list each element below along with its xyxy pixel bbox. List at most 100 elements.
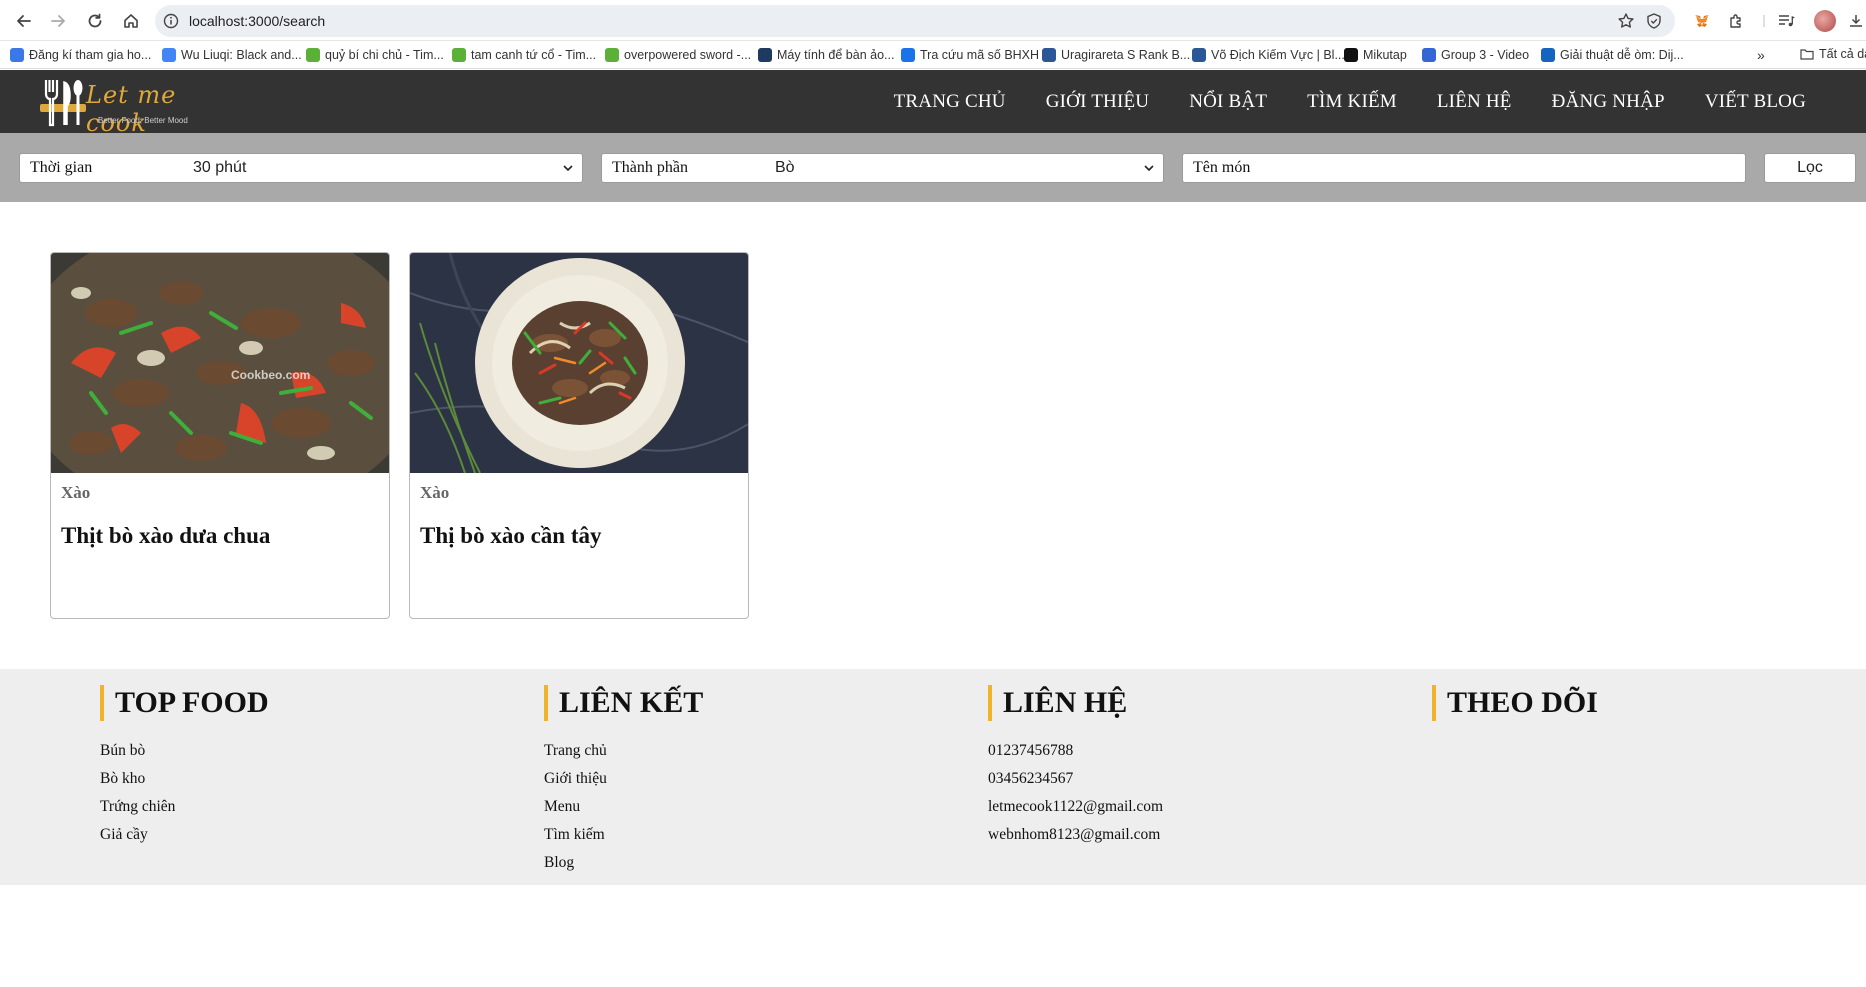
bookmark-label: overpowered sword -... bbox=[624, 48, 752, 62]
bookmark-item[interactable]: Tra cứu mã số BHXH bbox=[901, 47, 1039, 63]
site-info-icon[interactable] bbox=[163, 13, 179, 29]
profile-avatar[interactable] bbox=[1814, 10, 1836, 32]
bookmark-item[interactable]: quỷ bí chi chủ - Tim... bbox=[306, 47, 444, 63]
recipe-card[interactable]: Xào Thị bò xào cần tây bbox=[409, 252, 749, 619]
footer-link[interactable]: Bún bò bbox=[100, 737, 500, 765]
shield-icon[interactable] bbox=[1645, 12, 1663, 30]
bookmark-favicon-icon bbox=[1422, 48, 1436, 62]
site-logo[interactable]: Let me cook Better Food, Better Mood bbox=[40, 74, 210, 137]
footer-top-food: TOP FOOD Bún bò Bò kho Trứng chiên Giả c… bbox=[100, 685, 500, 849]
bookmark-item[interactable]: Mikutap bbox=[1344, 47, 1407, 63]
ingredient-select[interactable]: Thành phần Bò bbox=[601, 153, 1164, 183]
bookmark-favicon-icon bbox=[1344, 48, 1358, 62]
folder-icon bbox=[1800, 49, 1814, 60]
bookmark-favicon-icon bbox=[1192, 48, 1206, 62]
address-bar[interactable]: localhost:3000/search bbox=[155, 5, 1675, 37]
bookmark-label: Mikutap bbox=[1363, 48, 1407, 62]
nav-about[interactable]: GIỚI THIỆU bbox=[1046, 91, 1150, 113]
bookmark-favicon-icon bbox=[10, 48, 24, 62]
filter-bar: Thời gian 30 phút Thành phần Bò Lọc bbox=[0, 133, 1866, 202]
metamask-icon[interactable] bbox=[1692, 11, 1712, 31]
contact-email: webnhom8123@gmail.com bbox=[988, 826, 1161, 843]
reload-icon[interactable] bbox=[83, 9, 107, 33]
extensions-icon[interactable] bbox=[1726, 11, 1746, 31]
bookmark-favicon-icon bbox=[605, 48, 619, 62]
footer-link[interactable]: Giả cầy bbox=[100, 821, 500, 849]
dish-name-input[interactable] bbox=[1183, 154, 1745, 182]
footer-link[interactable]: Menu bbox=[544, 793, 944, 821]
utensils-logo-icon bbox=[40, 80, 86, 127]
bookmark-favicon-icon bbox=[162, 48, 176, 62]
bookmark-item[interactable]: Máy tính để bàn ảo... bbox=[758, 47, 894, 63]
logo-tagline: Better Food, Better Mood bbox=[98, 116, 188, 125]
nav-contact[interactable]: LIÊN HỆ bbox=[1437, 91, 1512, 113]
time-select-value: 30 phút bbox=[193, 159, 247, 176]
footer-links: LIÊN KẾT Trang chủ Giới thiệu Menu Tìm k… bbox=[544, 685, 944, 877]
recipe-title[interactable]: Thị bò xào cần tây bbox=[420, 523, 601, 549]
nav-featured[interactable]: NỔI BẬT bbox=[1189, 91, 1267, 113]
nav-write-blog[interactable]: VIẾT BLOG bbox=[1705, 91, 1806, 113]
bookmark-star-icon[interactable] bbox=[1617, 12, 1635, 30]
footer-follow: THEO DÕI bbox=[1432, 685, 1832, 721]
bookmark-label: Giải thuật dễ òm: Dij... bbox=[1560, 48, 1684, 62]
bookmark-item[interactable]: overpowered sword -... bbox=[605, 47, 751, 63]
footer-heading: LIÊN KẾT bbox=[544, 685, 944, 721]
time-select[interactable]: Thời gian 30 phút bbox=[19, 153, 583, 183]
ingredient-select-label: Thành phần bbox=[612, 159, 688, 176]
download-icon[interactable] bbox=[1846, 11, 1866, 31]
dish-name-field[interactable] bbox=[1182, 153, 1746, 183]
bookmark-item[interactable]: tam canh tứ cổ - Tim... bbox=[452, 47, 596, 63]
main-nav: TRANG CHỦ GIỚI THIỆU NỔI BẬT TÌM KIẾM LI… bbox=[894, 70, 1806, 133]
recipe-image[interactable] bbox=[410, 253, 748, 473]
home-icon[interactable] bbox=[119, 9, 143, 33]
recipe-title[interactable]: Thịt bò xào dưa chua bbox=[61, 523, 270, 549]
all-bookmarks-label: Tất cả dấ bbox=[1819, 47, 1866, 61]
bookmark-favicon-icon bbox=[452, 48, 466, 62]
footer-link[interactable]: Tìm kiếm bbox=[544, 821, 944, 849]
browser-toolbar: localhost:3000/search bbox=[0, 0, 1866, 41]
bookmark-label: tam canh tứ cổ - Tim... bbox=[471, 48, 597, 62]
footer-link[interactable]: Blog bbox=[544, 849, 944, 877]
bookmark-favicon-icon bbox=[901, 48, 915, 62]
contact-phone: 01237456788 bbox=[988, 742, 1074, 759]
bookmark-favicon-icon bbox=[758, 48, 772, 62]
nav-login[interactable]: ĐĂNG NHẬP bbox=[1552, 91, 1665, 113]
footer-link[interactable]: Giới thiệu bbox=[544, 765, 944, 793]
bookmark-label: Wu Liuqi: Black and... bbox=[181, 48, 302, 62]
footer-heading: TOP FOOD bbox=[100, 685, 500, 721]
bookmark-item[interactable]: Wu Liuqi: Black and... bbox=[162, 47, 302, 63]
recipe-card[interactable]: Cookbeo.com Xào Thịt bò xào dưa chua bbox=[50, 252, 390, 619]
footer-link[interactable]: Bò kho bbox=[100, 765, 500, 793]
url-text[interactable]: localhost:3000/search bbox=[189, 13, 325, 29]
footer-heading: THEO DÕI bbox=[1432, 685, 1832, 721]
media-control-icon[interactable] bbox=[1776, 11, 1796, 31]
bookmark-item[interactable]: Uragirareta S Rank B... bbox=[1042, 47, 1190, 63]
bookmark-label: Đăng kí tham gia ho... bbox=[29, 48, 152, 62]
all-bookmarks-button[interactable]: Tất cả dấ bbox=[1800, 47, 1866, 61]
footer-contact: LIÊN HỆ 01237456788 03456234567 letmecoo… bbox=[988, 685, 1388, 849]
contact-phone: 03456234567 bbox=[988, 770, 1074, 787]
nav-search[interactable]: TÌM KIẾM bbox=[1307, 91, 1397, 113]
image-watermark: Cookbeo.com bbox=[231, 368, 310, 382]
bookmarks-overflow-button[interactable]: » bbox=[1757, 47, 1765, 63]
footer-heading: LIÊN HỆ bbox=[988, 685, 1388, 721]
logo-title: Let me cook bbox=[86, 81, 177, 137]
bookmark-item[interactable]: Võ Địch Kiếm Vực | Bl... bbox=[1192, 47, 1345, 63]
back-icon[interactable] bbox=[12, 9, 36, 33]
recipe-image[interactable]: Cookbeo.com bbox=[51, 253, 389, 473]
filter-button[interactable]: Lọc bbox=[1764, 153, 1856, 183]
footer-link[interactable]: Trang chủ bbox=[544, 737, 944, 765]
bookmark-label: Võ Địch Kiếm Vực | Bl... bbox=[1211, 48, 1345, 62]
bookmark-label: Máy tính để bàn ảo... bbox=[777, 48, 895, 62]
chevron-down-icon bbox=[563, 165, 573, 172]
bookmark-item[interactable]: Đăng kí tham gia ho... bbox=[10, 47, 151, 63]
site-footer: TOP FOOD Bún bò Bò kho Trứng chiên Giả c… bbox=[0, 669, 1866, 885]
recipe-category: Xào bbox=[420, 483, 450, 502]
separator-icon bbox=[1754, 11, 1774, 31]
nav-home[interactable]: TRANG CHỦ bbox=[894, 91, 1006, 113]
footer-link[interactable]: Trứng chiên bbox=[100, 793, 500, 821]
bookmark-item[interactable]: Group 3 - Video bbox=[1422, 47, 1529, 63]
forward-icon[interactable] bbox=[46, 9, 70, 33]
bookmark-item[interactable]: Giải thuật dễ òm: Dij... bbox=[1541, 47, 1684, 63]
bookmark-label: Group 3 - Video bbox=[1441, 48, 1530, 62]
